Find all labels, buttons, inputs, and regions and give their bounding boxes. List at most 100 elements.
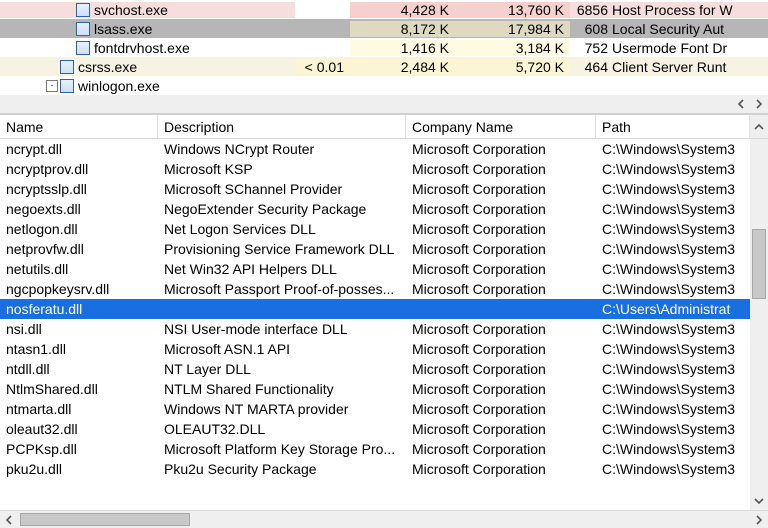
- column-header-company[interactable]: Company Name: [406, 115, 596, 138]
- dll-columns-header[interactable]: Name Description Company Name Path: [0, 115, 768, 139]
- dll-path-cell: C:\Windows\System3: [596, 141, 750, 157]
- dll-list-pane: Name Description Company Name Path ncryp…: [0, 114, 768, 528]
- description-cell: Host Process for W: [612, 2, 768, 18]
- tree-toggle-icon[interactable]: -: [46, 80, 58, 92]
- dll-row[interactable]: netlogon.dllNet Logon Services DLLMicros…: [0, 219, 750, 239]
- dll-description-cell: NT Layer DLL: [158, 361, 406, 377]
- column-header-description[interactable]: Description: [158, 115, 406, 138]
- dll-company-cell: Microsoft Corporation: [406, 381, 596, 397]
- dll-name-cell: nosferatu.dll: [0, 301, 158, 317]
- description-cell: Client Server Runt: [612, 59, 768, 75]
- dll-name-cell: ncryptsslp.dll: [0, 181, 158, 197]
- dll-description-cell: Microsoft KSP: [158, 161, 406, 177]
- dll-description-cell: Pku2u Security Package: [158, 461, 406, 477]
- dll-row[interactable]: ncryptprov.dllMicrosoft KSPMicrosoft Cor…: [0, 159, 750, 179]
- scroll-left-button[interactable]: [0, 511, 18, 528]
- dll-description-cell: Microsoft Platform Key Storage Pro...: [158, 441, 406, 457]
- process-row[interactable]: - winlogon.exe: [0, 76, 768, 95]
- process-icon: [76, 22, 90, 36]
- dll-description-cell: Microsoft Passport Proof-of-posses...: [158, 281, 406, 297]
- dll-description-cell: Net Win32 API Helpers DLL: [158, 261, 406, 277]
- scroll-up-button[interactable]: [750, 115, 768, 138]
- dll-path-cell: C:\Windows\System3: [596, 241, 750, 257]
- dll-row[interactable]: oleaut32.dllOLEAUT32.DLLMicrosoft Corpor…: [0, 419, 750, 439]
- dll-row[interactable]: ntasn1.dllMicrosoft ASN.1 APIMicrosoft C…: [0, 339, 750, 359]
- dll-description-cell: Provisioning Service Framework DLL: [158, 241, 406, 257]
- dll-path-cell: C:\Windows\System3: [596, 261, 750, 277]
- description-cell: Usermode Font Dr: [612, 40, 768, 56]
- process-row[interactable]: csrss.exe< 0.012,484 K5,720 K464Client S…: [0, 57, 768, 76]
- vscroll-thumb[interactable]: [752, 229, 766, 299]
- dll-company-cell: Microsoft Corporation: [406, 161, 596, 177]
- dll-description-cell: NSI User-mode interface DLL: [158, 321, 406, 337]
- dll-row[interactable]: ncryptsslp.dllMicrosoft SChannel Provide…: [0, 179, 750, 199]
- dll-row[interactable]: PCPKsp.dllMicrosoft Platform Key Storage…: [0, 439, 750, 459]
- dll-hscrollbar[interactable]: [0, 510, 768, 528]
- scroll-right-button[interactable]: [750, 95, 768, 113]
- dll-description-cell: Microsoft SChannel Provider: [158, 181, 406, 197]
- process-name: winlogon.exe: [78, 78, 160, 94]
- dll-name-cell: oleaut32.dll: [0, 421, 158, 437]
- dll-path-cell: C:\Windows\System3: [596, 161, 750, 177]
- process-name: csrss.exe: [78, 59, 137, 75]
- dll-description-cell: Net Logon Services DLL: [158, 221, 406, 237]
- dll-company-cell: Microsoft Corporation: [406, 401, 596, 417]
- dll-row[interactable]: ncrypt.dllWindows NCrypt RouterMicrosoft…: [0, 139, 750, 159]
- dll-path-cell: C:\Windows\System3: [596, 381, 750, 397]
- dll-row[interactable]: netprovfw.dllProvisioning Service Framew…: [0, 239, 750, 259]
- column-header-name[interactable]: Name: [0, 115, 158, 138]
- dll-description-cell: Windows NCrypt Router: [158, 141, 406, 157]
- tree-toggle-icon: [62, 4, 74, 16]
- process-name: lsass.exe: [94, 21, 152, 37]
- description-cell: Local Security Aut: [612, 21, 768, 37]
- working-set-cell: 17,984 K: [455, 21, 570, 37]
- private-bytes-cell: 8,172 K: [350, 21, 455, 37]
- dll-path-cell: C:\Windows\System3: [596, 401, 750, 417]
- dll-vscrollbar[interactable]: [750, 139, 768, 510]
- dll-path-cell: C:\Windows\System3: [596, 361, 750, 377]
- scroll-right-button[interactable]: [750, 511, 768, 528]
- column-header-path[interactable]: Path: [596, 115, 750, 138]
- dll-row[interactable]: netutils.dllNet Win32 API Helpers DLLMic…: [0, 259, 750, 279]
- dll-company-cell: Microsoft Corporation: [406, 241, 596, 257]
- dll-row[interactable]: ntdll.dllNT Layer DLLMicrosoft Corporati…: [0, 359, 750, 379]
- tree-toggle-icon: [62, 23, 74, 35]
- tree-toggle-icon: [62, 42, 74, 54]
- process-row[interactable]: fontdrvhost.exe1,416 K3,184 K752Usermode…: [0, 38, 768, 57]
- dll-name-cell: netutils.dll: [0, 261, 158, 277]
- dll-row[interactable]: NtlmShared.dllNTLM Shared FunctionalityM…: [0, 379, 750, 399]
- dll-description-cell: OLEAUT32.DLL: [158, 421, 406, 437]
- process-hscrollbar[interactable]: [0, 95, 768, 113]
- dll-description-cell: NTLM Shared Functionality: [158, 381, 406, 397]
- pid-cell: 464: [570, 59, 612, 75]
- dll-row[interactable]: pku2u.dllPku2u Security PackageMicrosoft…: [0, 459, 750, 479]
- dll-path-cell: C:\Windows\System3: [596, 421, 750, 437]
- dll-row[interactable]: negoexts.dllNegoExtender Security Packag…: [0, 199, 750, 219]
- dll-path-cell: C:\Windows\System3: [596, 461, 750, 477]
- process-icon: [60, 60, 74, 74]
- private-bytes-cell: 4,428 K: [350, 2, 455, 18]
- dll-path-cell: C:\Windows\System3: [596, 341, 750, 357]
- process-row[interactable]: lsass.exe8,172 K17,984 K608Local Securit…: [0, 19, 768, 38]
- dll-path-cell: C:\Windows\System3: [596, 281, 750, 297]
- dll-company-cell: Microsoft Corporation: [406, 341, 596, 357]
- process-row[interactable]: svchost.exe4,428 K13,760 K6856Host Proce…: [0, 0, 768, 19]
- scroll-down-button[interactable]: [750, 492, 768, 510]
- dll-company-cell: Microsoft Corporation: [406, 221, 596, 237]
- hscroll-thumb[interactable]: [20, 513, 190, 526]
- dll-row[interactable]: nsi.dllNSI User-mode interface DLLMicros…: [0, 319, 750, 339]
- dll-path-cell: C:\Windows\System3: [596, 201, 750, 217]
- dll-name-cell: ntmarta.dll: [0, 401, 158, 417]
- dll-company-cell: Microsoft Corporation: [406, 141, 596, 157]
- dll-description-cell: Windows NT MARTA provider: [158, 401, 406, 417]
- process-name: fontdrvhost.exe: [94, 40, 190, 56]
- dll-name-cell: ntdll.dll: [0, 361, 158, 377]
- dll-company-cell: Microsoft Corporation: [406, 281, 596, 297]
- dll-row[interactable]: nosferatu.dllC:\Users\Administrat: [0, 299, 750, 319]
- working-set-cell: 13,760 K: [455, 2, 570, 18]
- dll-row[interactable]: ngcpopkeysrv.dllMicrosoft Passport Proof…: [0, 279, 750, 299]
- cpu-cell: < 0.01: [295, 59, 350, 75]
- scroll-left-button[interactable]: [732, 95, 750, 113]
- dll-row[interactable]: ntmarta.dllWindows NT MARTA providerMicr…: [0, 399, 750, 419]
- private-bytes-cell: 1,416 K: [350, 40, 455, 56]
